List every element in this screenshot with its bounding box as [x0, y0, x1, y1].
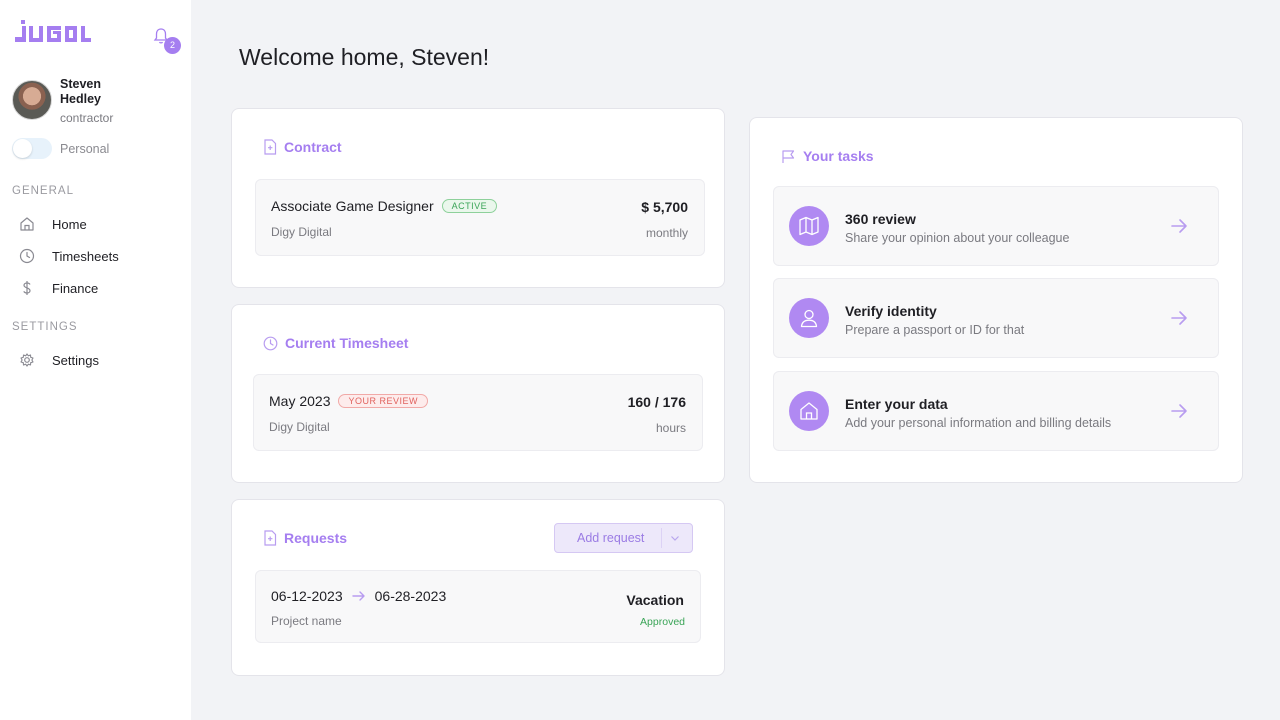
add-request-label: Add request [577, 531, 645, 545]
task-title: Verify identity [845, 303, 937, 319]
requests-card-title: Requests [263, 530, 347, 546]
arrow-right-icon[interactable] [1170, 402, 1188, 420]
contract-card-title: Contract [263, 139, 342, 155]
task-title: Enter your data [845, 396, 948, 412]
contract-company: Digy Digital [271, 225, 332, 239]
task-description: Share your opinion about your colleague [845, 231, 1070, 245]
request-status: Approved [640, 616, 685, 628]
sidebar-item-timesheets[interactable]: Timesheets [18, 244, 178, 268]
request-to: 06-28-2023 [374, 588, 447, 604]
dollar-icon [23, 281, 31, 295]
sidebar-item-home[interactable]: Home [18, 212, 178, 236]
requests-title-text: Requests [284, 530, 348, 546]
user-icon [789, 298, 829, 338]
sidebar: 2 Steven Hedley contractor Personal GENE… [0, 0, 191, 720]
flag-icon [782, 149, 795, 163]
arrow-right-icon [351, 591, 365, 601]
timesheet-month: May 2023 YOUR REVIEW [269, 393, 428, 409]
avatar[interactable] [12, 80, 52, 120]
sidebar-item-finance[interactable]: Finance [18, 276, 178, 300]
status-badge: YOUR REVIEW [338, 394, 428, 408]
timesheet-title-text: Current Timesheet [285, 335, 409, 351]
user-name: Steven Hedley [60, 77, 101, 106]
arrow-right-icon[interactable] [1170, 217, 1188, 235]
timesheet-unit: hours [655, 421, 686, 435]
sidebar-item-label: Finance [52, 280, 99, 296]
chevron-down-icon [671, 536, 679, 541]
task-360-review[interactable]: 360 review Share your opinion about your… [773, 186, 1219, 266]
request-dates: 06-12-2023 06-28-2023 [271, 588, 446, 604]
sidebar-item-label: Timesheets [52, 248, 119, 264]
home-icon [20, 217, 34, 231]
task-description: Add your personal information and billin… [845, 416, 1112, 430]
sidebar-item-settings[interactable]: Settings [18, 348, 178, 372]
contract-item[interactable]: Associate Game Designer ACTIVE Digy Digi… [255, 179, 705, 256]
timesheet-hours: 160 / 176 [627, 394, 686, 410]
add-request-dropdown[interactable]: Add request [554, 523, 693, 553]
document-icon [264, 139, 277, 155]
timesheet-company: Digy Digital [269, 420, 330, 434]
task-title: 360 review [845, 211, 916, 227]
app-logo[interactable] [15, 17, 91, 52]
clock-icon [19, 248, 35, 264]
timesheet-item[interactable]: May 2023 YOUR REVIEW Digy Digital 160 / … [253, 374, 703, 451]
page-title: Welcome home, Steven! [239, 44, 490, 70]
task-description: Prepare a passport or ID for that [845, 323, 1025, 337]
map-icon [789, 206, 829, 246]
status-badge: ACTIVE [441, 199, 498, 213]
task-enter-data[interactable]: Enter your data Add your personal inform… [773, 371, 1219, 451]
contract-title-text: Contract [284, 139, 342, 155]
arrow-right-icon[interactable] [1170, 309, 1188, 327]
personal-mode-toggle[interactable] [12, 138, 52, 159]
sidebar-item-label: Home [52, 216, 87, 232]
timesheet-month-text: May 2023 [269, 393, 331, 409]
user-role: contractor [60, 111, 114, 125]
section-label-settings: SETTINGS [12, 321, 78, 333]
task-verify-identity[interactable]: Verify identity Prepare a passport or ID… [773, 278, 1219, 358]
toggle-knob [13, 139, 32, 158]
notification-badge: 2 [164, 37, 181, 54]
request-from: 06-12-2023 [271, 588, 343, 604]
toggle-label: Personal [60, 142, 110, 156]
contract-amount: $ 5,700 [641, 199, 688, 215]
request-project: Project name [271, 614, 342, 628]
contract-role: Associate Game Designer ACTIVE [271, 198, 498, 214]
tasks-card-title: Your tasks [781, 148, 874, 164]
house-icon [789, 391, 829, 431]
tasks-title-text: Your tasks [803, 148, 874, 164]
request-type: Vacation [626, 592, 684, 608]
contract-role-text: Associate Game Designer [271, 198, 434, 214]
timesheet-card-title: Current Timesheet [263, 335, 408, 351]
document-icon [264, 530, 277, 546]
dropdown-divider [661, 528, 662, 548]
section-label-general: GENERAL [12, 185, 74, 197]
request-item[interactable]: 06-12-2023 06-28-2023 Project name Vacat… [255, 570, 701, 643]
clock-icon [263, 336, 278, 350]
contract-period: monthly [645, 226, 688, 240]
gear-icon [20, 353, 34, 367]
sidebar-item-label: Settings [52, 352, 99, 368]
